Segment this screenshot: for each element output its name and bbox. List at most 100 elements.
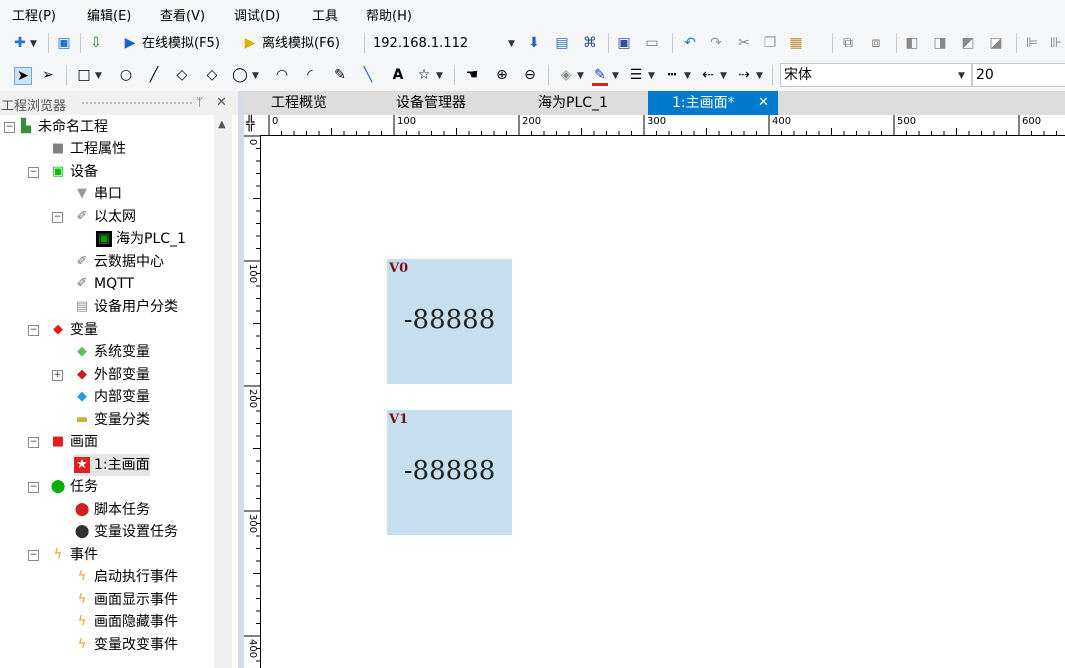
ellipse-icon[interactable]: ◯ — [232, 67, 248, 83]
curve-icon[interactable]: ◜ — [302, 67, 318, 83]
tree-item-external-variables[interactable]: ◆ 外部变量 — [74, 364, 150, 386]
undo-icon[interactable]: ↶ — [682, 35, 698, 51]
ip-dropdown-icon[interactable]: ▼ — [508, 39, 515, 49]
tree-item-ethernet[interactable]: ✐ 以太网 — [74, 206, 136, 228]
arrow-start-dropdown-icon[interactable]: ▼ — [720, 71, 727, 81]
send-back-icon[interactable]: ◨ — [932, 35, 948, 51]
align-left-icon[interactable]: ⊫ — [1024, 35, 1040, 51]
line-width-icon[interactable]: ☰ — [628, 67, 644, 83]
play-offline-icon[interactable]: ▶ — [242, 35, 258, 51]
tree-item-main-screen[interactable]: ★ 1:主画面 — [74, 454, 150, 476]
upload-icon[interactable]: ▤ — [554, 35, 570, 51]
line-color-icon[interactable]: ✎ — [592, 67, 608, 86]
tree-item-project[interactable]: ▙ 未命名工程 — [18, 116, 108, 138]
scroll-up-icon[interactable]: ▲ — [218, 119, 226, 130]
expand-external-variables-icon[interactable]: + — [52, 370, 63, 381]
monitor-icon[interactable]: ▣ — [616, 35, 632, 51]
play-online-icon[interactable]: ▶ — [122, 35, 138, 51]
screen-icon[interactable]: ▭ — [644, 35, 660, 51]
pin-icon[interactable]: ᛘ — [196, 95, 203, 109]
tree-item-plc[interactable]: ▣ 海为PLC_1 — [96, 228, 186, 250]
tab-device-manager[interactable]: 设备管理器 — [372, 91, 490, 115]
collapse-variables-icon[interactable]: − — [28, 325, 39, 336]
network-icon[interactable]: ⌘ — [582, 35, 598, 51]
collapse-screens-icon[interactable]: − — [28, 437, 39, 448]
ellipse-dropdown-icon[interactable]: ▼ — [252, 71, 259, 81]
send-backward-icon[interactable]: ◪ — [988, 35, 1004, 51]
tree-scrollbar[interactable]: ▲ — [214, 115, 232, 668]
line-width-dropdown-icon[interactable]: ▼ — [648, 71, 655, 81]
download-icon[interactable]: ⇩ — [88, 35, 104, 51]
tree-item-events[interactable]: ϟ 事件 — [50, 544, 98, 566]
tree-item-script-task[interactable]: ⬤ 脚本任务 — [74, 499, 150, 521]
tree-item-screen-hide-event[interactable]: ϟ 画面隐藏事件 — [74, 611, 178, 633]
group-icon[interactable]: ⧉ — [840, 35, 856, 51]
menu-view[interactable]: 查看(V) — [160, 5, 205, 24]
pen-icon[interactable]: ✎ — [332, 67, 348, 83]
tree-item-variable-category[interactable]: ▬ 变量分类 — [74, 409, 150, 431]
arrow-end-icon[interactable]: ⇢ — [736, 67, 752, 83]
ip-address-combo[interactable]: 192.168.1.112 — [373, 36, 468, 52]
menu-debug[interactable]: 调试(D) — [234, 5, 280, 24]
menu-edit[interactable]: 编辑(E) — [87, 5, 131, 24]
arrow-start-icon[interactable]: ⇠ — [700, 67, 716, 83]
text-icon[interactable]: A — [390, 67, 406, 83]
brush-icon[interactable]: ╲ — [360, 67, 376, 83]
tree-item-screen-show-event[interactable]: ϟ 画面显示事件 — [74, 589, 178, 611]
collapse-events-icon[interactable]: − — [28, 550, 39, 561]
tree-item-variable-change-event[interactable]: ϟ 变量改变事件 — [74, 634, 178, 656]
numeric-display-v0[interactable]: V0 -88888 — [387, 259, 512, 384]
direct-select-icon[interactable]: ➢ — [40, 67, 56, 83]
add-icon[interactable]: ✚ — [12, 35, 28, 51]
redo-icon[interactable]: ↷ — [708, 35, 724, 51]
add-dropdown-icon[interactable]: ▼ — [30, 39, 37, 49]
menu-help[interactable]: 帮助(H) — [366, 5, 412, 24]
tree-item-device[interactable]: ▣ 设备 — [50, 161, 98, 183]
close-explorer-icon[interactable]: ✕ — [216, 95, 227, 110]
close-tab-icon[interactable]: ✕ — [758, 91, 769, 115]
tree-item-user-category[interactable]: ▤ 设备用户分类 — [74, 296, 178, 318]
zoom-out-icon[interactable]: ⊖ — [522, 67, 538, 83]
star-icon[interactable]: ☆ — [416, 67, 432, 83]
download-arrow-icon[interactable]: ⬇ — [526, 35, 542, 51]
diamond-icon[interactable]: ◇ — [174, 67, 190, 83]
arc-icon[interactable]: ◠ — [274, 67, 290, 83]
arrow-end-dropdown-icon[interactable]: ▼ — [756, 71, 763, 81]
collapse-device-icon[interactable]: − — [28, 167, 39, 178]
bring-front-icon[interactable]: ◧ — [904, 35, 920, 51]
collapse-tasks-icon[interactable]: − — [28, 482, 39, 493]
tree-item-internal-variables[interactable]: ◆ 内部变量 — [74, 386, 150, 408]
online-simulation-button[interactable]: 在线模拟(F5) — [142, 36, 220, 52]
align-center-icon[interactable]: ⊪ — [1048, 35, 1064, 51]
paste-icon[interactable]: ▦ — [788, 35, 804, 51]
tree-item-variable-set-task[interactable]: ⬤ 变量设置任务 — [74, 521, 178, 543]
copy-icon[interactable]: ❐ — [762, 35, 778, 51]
line-color-dropdown-icon[interactable]: ▼ — [612, 71, 619, 81]
tab-plc[interactable]: 海为PLC_1 — [508, 91, 638, 115]
tab-project-overview[interactable]: 工程概览 — [244, 91, 354, 115]
menu-project[interactable]: 工程(P) — [12, 5, 56, 24]
font-size-combo[interactable]: 20 — [972, 63, 1065, 87]
cut-icon[interactable]: ✂ — [736, 35, 752, 51]
tab-main-screen[interactable]: 1:主画面* ✕ — [648, 91, 778, 115]
tree-item-mqtt[interactable]: ✐ MQTT — [74, 273, 134, 295]
font-name-dropdown-icon[interactable]: ▼ — [958, 71, 965, 81]
pan-hand-icon[interactable]: ☚ — [464, 67, 480, 83]
line-style-icon[interactable]: ┅ — [664, 67, 680, 83]
fill-color-dropdown-icon[interactable]: ▼ — [577, 71, 584, 81]
star-dropdown-icon[interactable]: ▼ — [436, 71, 443, 81]
tree-item-project-properties[interactable]: ■ 工程属性 — [50, 138, 126, 160]
tree-item-tasks[interactable]: ⬤ 任务 — [50, 476, 98, 498]
rectangle-icon[interactable]: □ — [76, 67, 92, 83]
line-icon[interactable]: ╱ — [146, 67, 162, 83]
offline-simulation-button[interactable]: 离线模拟(F6) — [262, 36, 340, 52]
tree-item-startup-event[interactable]: ϟ 启动执行事件 — [74, 566, 178, 588]
tree-item-system-variables[interactable]: ◆ 系统变量 — [74, 341, 150, 363]
collapse-ethernet-icon[interactable]: − — [52, 212, 63, 223]
zoom-in-icon[interactable]: ⊕ — [494, 67, 510, 83]
screen-canvas[interactable]: V0 -88888 V1 -88888 — [261, 136, 1065, 668]
menu-tools[interactable]: 工具 — [312, 5, 338, 24]
bring-forward-icon[interactable]: ◩ — [960, 35, 976, 51]
tree-item-serial[interactable]: ▼ 串口 — [74, 183, 122, 205]
tree-item-variables[interactable]: ◆ 变量 — [50, 319, 98, 341]
